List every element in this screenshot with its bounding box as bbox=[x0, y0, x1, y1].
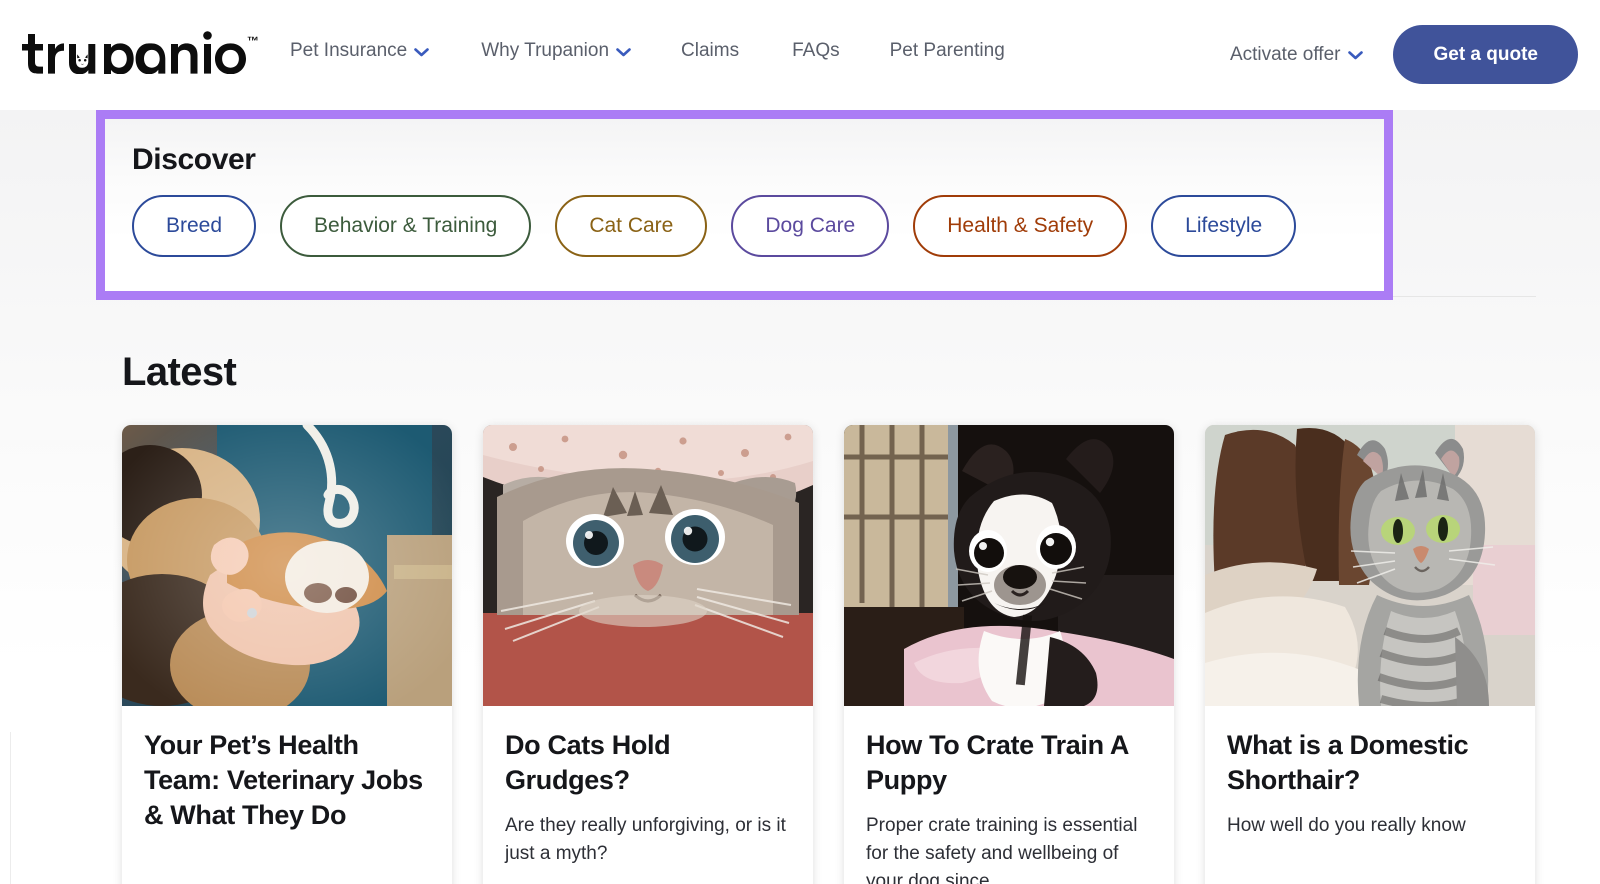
silver-tabby-cat-sitting-photo bbox=[1205, 425, 1535, 706]
nav-item-why-trupanion[interactable]: Why Trupanion bbox=[481, 40, 631, 62]
category-pill-label: Behavior & Training bbox=[314, 214, 498, 237]
discover-section-highlight: Discover Breed Behavior & Training Cat C… bbox=[96, 110, 1393, 300]
nav-item-claims[interactable]: Claims bbox=[681, 40, 739, 62]
category-pill-label: Breed bbox=[166, 214, 223, 237]
get-a-quote-button[interactable]: Get a quote bbox=[1393, 25, 1578, 84]
article-thumbnail bbox=[122, 425, 452, 706]
page-content: Discover Breed Behavior & Training Cat C… bbox=[0, 110, 1600, 884]
category-pill-label: Cat Care bbox=[589, 214, 674, 237]
article-thumbnail bbox=[1205, 425, 1535, 706]
cat-peeking-under-blanket-photo bbox=[483, 425, 813, 706]
page-root: ™ Pet Insurance Why Trupanion Claims FAQ… bbox=[0, 0, 1600, 884]
nav-label: Pet Parenting bbox=[889, 40, 1005, 61]
trademark-symbol: ™ bbox=[247, 34, 260, 48]
category-pill-label: Dog Care bbox=[765, 214, 856, 237]
article-card-body: Your Pet’s Health Team: Veterinary Jobs … bbox=[122, 706, 452, 872]
activate-offer-menu[interactable]: Activate offer bbox=[1230, 44, 1364, 66]
article-title: Your Pet’s Health Team: Veterinary Jobs … bbox=[144, 730, 423, 830]
category-pill-health-safety[interactable]: Health & Safety bbox=[913, 195, 1128, 257]
article-card[interactable]: Do Cats Hold Grudges? Are they really un… bbox=[483, 425, 813, 884]
nav-label: Claims bbox=[681, 40, 740, 61]
article-title: Do Cats Hold Grudges? bbox=[505, 730, 671, 795]
article-card-body: Do Cats Hold Grudges? Are they really un… bbox=[483, 706, 813, 884]
nav-label: FAQs bbox=[792, 40, 840, 61]
trupanion-logo[interactable]: ™ bbox=[22, 28, 259, 80]
article-title: How To Crate Train A Puppy bbox=[866, 730, 1129, 795]
discover-category-list: Breed Behavior & Training Cat Care Dog C… bbox=[132, 195, 1384, 257]
category-pill-label: Health & Safety bbox=[947, 214, 1094, 237]
latest-heading: Latest bbox=[122, 350, 237, 394]
nav-item-pet-parenting[interactable]: Pet Parenting bbox=[890, 40, 1005, 62]
discover-section: Discover Breed Behavior & Training Cat C… bbox=[105, 119, 1384, 291]
logo-wordmark-icon bbox=[22, 31, 246, 74]
veterinarian-holding-cat-paw-photo bbox=[122, 425, 452, 706]
category-pill-cat-care[interactable]: Cat Care bbox=[555, 195, 708, 257]
category-pill-behavior-training[interactable]: Behavior & Training bbox=[280, 195, 532, 257]
category-pill-label: Lifestyle bbox=[1185, 214, 1263, 237]
nav-label: Why Trupanion bbox=[481, 40, 610, 61]
section-divider bbox=[1390, 296, 1536, 297]
article-description: Proper crate training is essential for t… bbox=[866, 814, 1138, 884]
header-actions: Activate offer Get a quote bbox=[1230, 25, 1578, 84]
article-card-body: How To Crate Train A Puppy Proper crate … bbox=[844, 706, 1174, 884]
chevron-down-icon bbox=[414, 47, 430, 57]
category-pill-dog-care[interactable]: Dog Care bbox=[731, 195, 890, 257]
left-edge-rule bbox=[10, 732, 11, 884]
article-thumbnail bbox=[844, 425, 1174, 706]
article-description: How well do you really know bbox=[1227, 814, 1466, 836]
article-card-body: What is a Domestic Shorthair? How well d… bbox=[1205, 706, 1535, 866]
category-pill-lifestyle[interactable]: Lifestyle bbox=[1151, 195, 1297, 257]
article-card[interactable]: How To Crate Train A Puppy Proper crate … bbox=[844, 425, 1174, 884]
article-thumbnail bbox=[483, 425, 813, 706]
chevron-down-icon bbox=[616, 47, 631, 57]
category-pill-breed[interactable]: Breed bbox=[132, 195, 257, 257]
article-card[interactable]: What is a Domestic Shorthair? How well d… bbox=[1205, 425, 1535, 884]
article-description: Are they really unforgiving, or is it ju… bbox=[505, 814, 786, 864]
article-title: What is a Domestic Shorthair? bbox=[1227, 730, 1469, 795]
article-card[interactable]: Your Pet’s Health Team: Veterinary Jobs … bbox=[122, 425, 452, 884]
discover-heading: Discover bbox=[132, 143, 256, 176]
nav-label: Pet Insurance bbox=[290, 40, 408, 61]
nav-item-faqs[interactable]: FAQs bbox=[792, 40, 840, 62]
latest-article-grid: Your Pet’s Health Team: Veterinary Jobs … bbox=[122, 425, 1535, 884]
boston-terrier-puppy-in-crate-photo bbox=[844, 425, 1174, 706]
nav-item-pet-insurance[interactable]: Pet Insurance bbox=[290, 40, 430, 62]
primary-nav: Pet Insurance Why Trupanion Claims FAQs … bbox=[290, 40, 1005, 62]
activate-offer-label: Activate offer bbox=[1229, 43, 1341, 65]
site-header: ™ Pet Insurance Why Trupanion Claims FAQ… bbox=[0, 0, 1600, 110]
chevron-down-icon bbox=[1348, 51, 1364, 60]
